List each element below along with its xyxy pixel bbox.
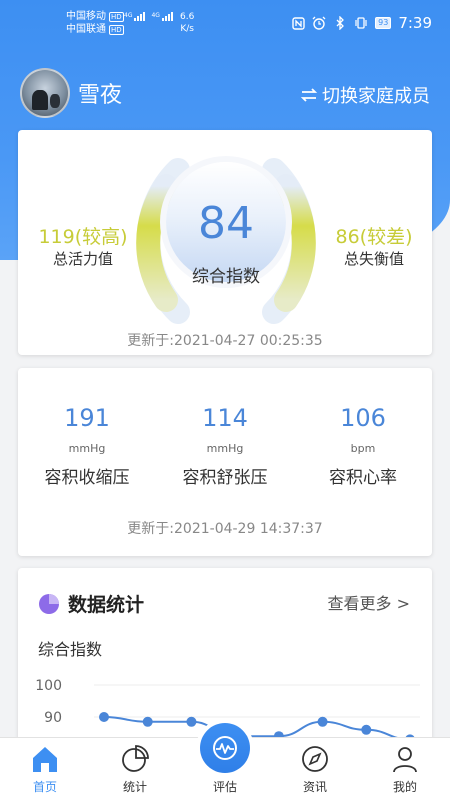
carrier-info: 中国移动 HD 中国联通 HD <box>66 10 124 36</box>
diastolic-label: 容积舒张压 <box>182 468 268 488</box>
signal-icon: 4G <box>151 12 173 21</box>
alarm-icon <box>312 16 326 30</box>
tab-news-label: 资讯 <box>302 780 327 794</box>
stats-title-text: 数据统计 <box>68 594 145 616</box>
data-point <box>186 716 197 727</box>
composite-score: 84 <box>198 198 254 249</box>
status-bar: 中国移动 HD 中国联通 HD 4G 4G 6.6 K/s 93 7:39 <box>0 0 450 44</box>
tab-home-label: 首页 <box>32 780 57 794</box>
tab-stats-label: 统计 <box>122 780 147 794</box>
imbalance-label: 总失衡值 <box>343 250 404 268</box>
tab-mine[interactable]: 我的 <box>370 744 440 795</box>
signal-icons: 4G 4G <box>124 12 173 21</box>
tab-news[interactable]: 资讯 <box>280 744 350 795</box>
clock: 7:39 <box>398 14 432 32</box>
diastolic-unit: mmHg <box>206 442 244 455</box>
hd-badge: HD <box>109 24 124 35</box>
status-right: 93 7:39 <box>291 14 432 32</box>
data-point <box>99 712 109 722</box>
bp-updated-time: 更新于:2021-04-29 14:37:37 <box>127 521 323 537</box>
user-icon <box>393 747 417 773</box>
overview-card[interactable]: 84 综合指数 119(较高) 总活力值 86(较差) 总失衡值 更新于:202… <box>18 130 432 355</box>
diastolic-value: 114 <box>202 404 248 432</box>
battery-icon: 93 <box>375 17 392 29</box>
carrier-1: 中国移动 <box>66 11 106 22</box>
view-more-link[interactable]: 查看更多 > <box>328 590 411 614</box>
systolic-value: 191 <box>64 404 110 432</box>
tab-home[interactable]: 首页 <box>10 744 80 795</box>
stats-title: 数据统计 <box>38 590 144 617</box>
swap-icon <box>300 88 318 102</box>
bluetooth-icon <box>333 16 347 30</box>
systolic-unit: mmHg <box>68 442 106 455</box>
y-tick-label: 100 <box>35 678 62 694</box>
hd-badge: HD <box>109 11 124 22</box>
tab-mine-label: 我的 <box>392 780 417 794</box>
imbalance-value: 86(较差) <box>335 226 413 248</box>
home-icon <box>33 747 57 772</box>
data-point <box>317 716 328 727</box>
switch-family-member-button[interactable]: 切换家庭成员 <box>300 82 430 108</box>
stats-card: 数据统计 查看更多 > 综合指数 100 90 <box>18 568 432 748</box>
pie-chart-icon <box>122 745 149 772</box>
vibrate-icon <box>354 16 368 30</box>
right-gauge-arc <box>274 174 316 312</box>
username: 雪夜 <box>78 83 123 108</box>
avatar[interactable] <box>20 68 70 118</box>
blood-pressure-card[interactable]: 191 mmHg 容积收缩压 114 mmHg 容积舒张压 106 bpm 容积… <box>18 368 432 556</box>
heart-rate-value: 106 <box>340 404 386 432</box>
diastolic-item: 114 mmHg 容积舒张压 <box>156 404 294 488</box>
left-gauge-arc <box>136 174 178 312</box>
pulse-icon <box>213 736 237 760</box>
composite-score-label: 综合指数 <box>192 267 260 287</box>
systolic-item: 191 mmHg 容积收缩压 <box>18 404 156 488</box>
overview-updated-time: 更新于:2021-04-27 00:25:35 <box>127 333 323 349</box>
data-point <box>361 724 372 735</box>
chart-subtitle: 综合指数 <box>38 640 103 659</box>
data-point <box>142 716 153 727</box>
evaluate-button[interactable] <box>200 723 250 773</box>
systolic-label: 容积收缩压 <box>44 468 130 488</box>
carrier-2: 中国联通 <box>66 24 106 35</box>
nfc-icon <box>291 16 305 30</box>
vitality-value: 119(较高) <box>38 226 128 248</box>
switch-label: 切换家庭成员 <box>322 86 430 107</box>
heart-rate-label: 容积心率 <box>329 468 397 488</box>
y-tick-label: 90 <box>44 710 62 726</box>
pie-chart-icon <box>39 593 59 614</box>
heart-rate-item: 106 bpm 容积心率 <box>294 404 432 488</box>
tab-stats[interactable]: 统计 <box>100 744 170 795</box>
compass-icon <box>302 746 328 772</box>
net-speed: 6.6 K/s <box>180 12 195 34</box>
vitality-label: 总活力值 <box>52 250 113 268</box>
signal-icon: 4G <box>124 12 146 21</box>
user-profile[interactable]: 雪夜 <box>20 68 122 118</box>
tab-evaluate-label: 评估 <box>212 780 237 794</box>
heart-rate-unit: bpm <box>350 442 376 455</box>
